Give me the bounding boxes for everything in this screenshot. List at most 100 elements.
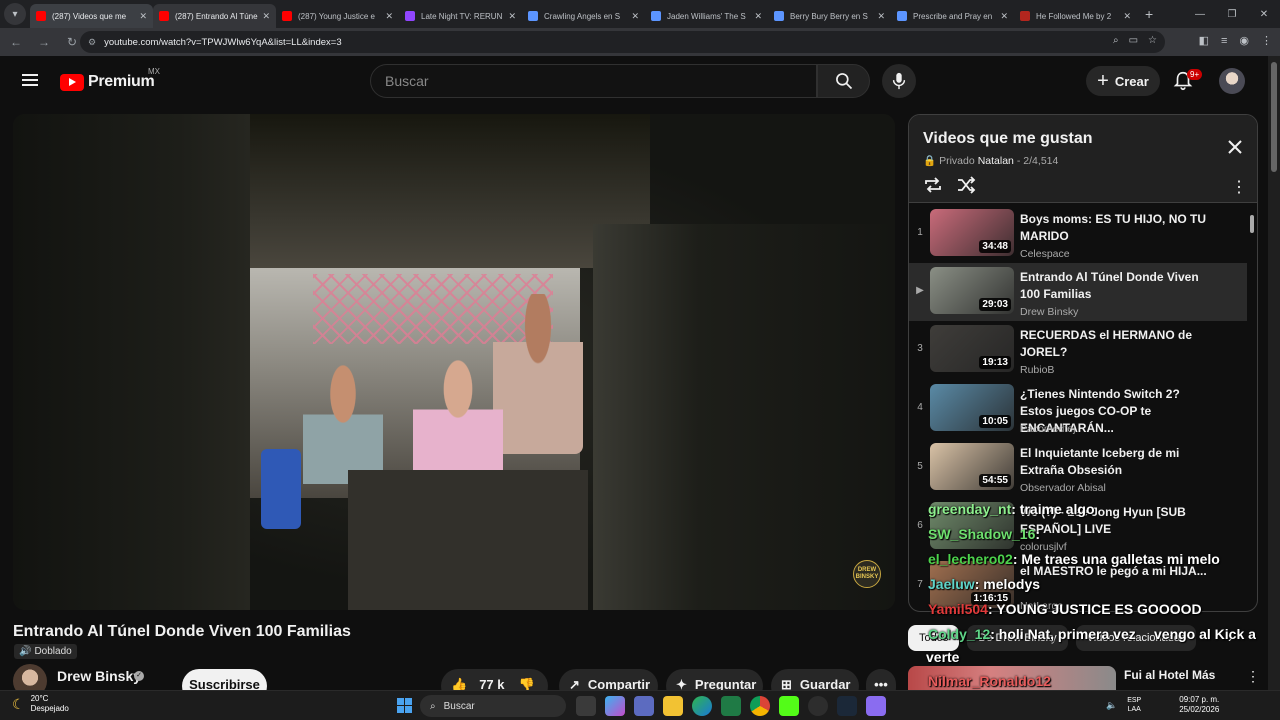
playlist-item-thumbnail[interactable]: 34:48 — [930, 209, 1014, 256]
minimize-icon[interactable]: — — [1184, 0, 1216, 28]
tab-favicon-icon — [528, 11, 538, 21]
bookmark-star-icon[interactable]: ☆ — [1148, 35, 1157, 46]
copilot-icon[interactable] — [605, 696, 625, 716]
channel-watermark[interactable]: DREW BINSKY — [853, 560, 881, 588]
cast-icon[interactable]: ▭ — [1129, 35, 1138, 46]
tab-close-icon[interactable]: ✕ — [508, 11, 516, 22]
voice-search-button[interactable] — [882, 64, 916, 98]
streaming-app-icon[interactable] — [779, 696, 799, 716]
chat-username[interactable]: Yamil504 — [928, 601, 988, 617]
back-icon[interactable]: ← — [4, 35, 28, 49]
zoom-icon[interactable]: ⌕ — [1113, 35, 1119, 46]
task-view-icon[interactable] — [576, 696, 596, 716]
chat-username[interactable]: SW_Shadow_16 — [928, 526, 1035, 542]
tab-search-dropdown[interactable]: ▾ — [4, 3, 26, 25]
playlist-item-thumbnail[interactable]: 19:13 — [930, 325, 1014, 372]
app-icon[interactable] — [866, 696, 886, 716]
video-player[interactable]: DREW BINSKY — [13, 114, 895, 610]
new-tab-button[interactable]: + — [1145, 6, 1153, 22]
close-icon[interactable] — [1227, 139, 1243, 155]
lang-primary: ESP — [1127, 697, 1142, 704]
chat-username[interactable]: Nilmar_Ronaldo12 — [928, 673, 1051, 689]
profile-icon[interactable]: ◉ — [1239, 34, 1249, 47]
playlist-owner[interactable]: Natalan — [978, 155, 1014, 167]
extensions-icon[interactable]: ◧ — [1199, 34, 1209, 47]
chat-text: : — [1035, 526, 1041, 542]
reading-list-icon[interactable]: ≡ — [1221, 35, 1227, 47]
windows-start-icon[interactable] — [397, 698, 412, 713]
weather-widget[interactable]: ☾ 20°C Despejado — [12, 694, 69, 714]
playlist-item-thumbnail[interactable]: 10:05 — [930, 384, 1014, 431]
excel-icon[interactable] — [721, 696, 741, 716]
search-button[interactable] — [817, 64, 870, 98]
chat-username[interactable]: el_lechero02 — [928, 551, 1013, 567]
logo-brand-text: Premium — [88, 73, 155, 90]
edge-icon[interactable] — [692, 696, 712, 716]
youtube-premium-logo[interactable]: Premium MX — [60, 67, 160, 91]
hamburger-menu-icon[interactable] — [22, 74, 38, 86]
volume-icon[interactable]: 🔈 — [1106, 700, 1117, 711]
playlist-item[interactable]: ▶ 29:03 Entrando Al Túnel Donde Viven 100 … — [909, 263, 1247, 321]
browser-tab[interactable]: He Followed Me by 2 ✕ — [1014, 4, 1137, 28]
browser-tab[interactable]: Prescribe and Pray en ✕ — [891, 4, 1014, 28]
tab-close-icon[interactable]: ✕ — [139, 11, 147, 22]
restore-icon[interactable]: ❐ — [1216, 0, 1248, 28]
playlist-item-index: 3 — [917, 343, 923, 354]
site-info-icon[interactable]: ⚙ — [88, 37, 96, 48]
playlist-item-title[interactable]: Entrando Al Túnel Donde Viven 100 Famili… — [1020, 269, 1210, 303]
taskbar-search-label: Buscar — [443, 700, 475, 712]
browser-tab[interactable]: Jaden Williams' The S ✕ — [645, 4, 768, 28]
playlist-item-thumbnail[interactable]: 29:03 — [930, 267, 1014, 314]
chrome-icon[interactable] — [750, 696, 770, 716]
browser-tab[interactable]: Crawling Angels en S ✕ — [522, 4, 645, 28]
browser-tab[interactable]: Late Night TV: RERUN ✕ — [399, 4, 522, 28]
channel-name[interactable]: Drew Binsky — [57, 668, 141, 684]
playlist-item-title[interactable]: Boys moms: ES TU HIJO, NO TU MARIDO — [1020, 211, 1210, 245]
playlist-item[interactable]: 3 19:13 RECUERDAS el HERMANO de JOREL? Rubi… — [909, 321, 1247, 379]
clock[interactable]: 09:07 p. m. 25/02/2026 — [1179, 695, 1219, 715]
account-avatar[interactable] — [1219, 68, 1245, 94]
input-language[interactable]: ESP LAA — [1127, 696, 1141, 714]
shuffle-icon[interactable] — [956, 175, 976, 195]
close-window-icon[interactable]: ✕ — [1248, 0, 1280, 28]
playlist-menu-icon[interactable]: ⋮ — [1231, 177, 1247, 197]
tab-close-icon[interactable]: ✕ — [754, 11, 762, 22]
tab-close-icon[interactable]: ✕ — [262, 11, 270, 22]
browser-tab[interactable]: Berry Bury Berry en S ✕ — [768, 4, 891, 28]
browser-tab[interactable]: (287) Entrando Al Túnel ✕ — [153, 4, 276, 28]
tab-close-icon[interactable]: ✕ — [1000, 11, 1008, 22]
playlist-item-title[interactable]: El Inquietante Iceberg de mi Extraña Obs… — [1020, 445, 1210, 479]
playlist-item-title[interactable]: RECUERDAS el HERMANO de JOREL? — [1020, 327, 1210, 361]
tab-favicon-icon — [774, 11, 784, 21]
page-scrollbar[interactable] — [1268, 56, 1280, 690]
browser-menu-icon[interactable]: ⋮ — [1261, 34, 1272, 47]
playlist-title[interactable]: Videos que me gustan — [923, 130, 1093, 148]
playlist-item[interactable]: 1 34:48 Boys moms: ES TU HIJO, NO TU MARID… — [909, 205, 1247, 263]
chat-username[interactable]: Jaeluw — [928, 576, 975, 592]
forward-icon[interactable]: → — [32, 35, 56, 49]
tab-close-icon[interactable]: ✕ — [877, 11, 885, 22]
playlist-item-thumbnail[interactable]: 54:55 — [930, 443, 1014, 490]
playlist-item[interactable]: 5 54:55 El Inquietante Iceberg de mi Extra… — [909, 439, 1247, 497]
create-button[interactable]: + Crear — [1086, 66, 1160, 96]
store-icon[interactable] — [634, 696, 654, 716]
search-input[interactable]: Buscar — [370, 64, 817, 98]
playlist-item[interactable]: 4 10:05 ¿Tienes Nintendo Switch 2? Estos j… — [909, 380, 1247, 438]
obs-icon[interactable] — [808, 696, 828, 716]
file-explorer-icon[interactable] — [663, 696, 683, 716]
tab-close-icon[interactable]: ✕ — [385, 11, 393, 22]
taskbar-search[interactable]: ⌕ Buscar — [420, 695, 566, 717]
tab-close-icon[interactable]: ✕ — [1123, 11, 1131, 22]
browser-tab[interactable]: (287) Videos que me ✕ — [30, 4, 153, 28]
tab-close-icon[interactable]: ✕ — [631, 11, 639, 22]
verified-check-icon: ✓ — [134, 671, 144, 681]
browser-tab[interactable]: (287) Young Justice e ✕ — [276, 4, 399, 28]
chat-username[interactable]: greenday_nt — [928, 501, 1011, 517]
tab-label: Prescribe and Pray en — [913, 11, 993, 21]
loop-icon[interactable] — [923, 175, 943, 195]
tab-favicon-icon — [897, 11, 907, 21]
chat-username[interactable]: Coldy_12 — [928, 626, 990, 642]
address-bar[interactable]: ⚙ youtube.com/watch?v=TPWJWlw6YqA&list=L… — [80, 31, 1165, 53]
notification-count-badge: 9+ — [1187, 69, 1203, 80]
steam-icon[interactable] — [837, 696, 857, 716]
